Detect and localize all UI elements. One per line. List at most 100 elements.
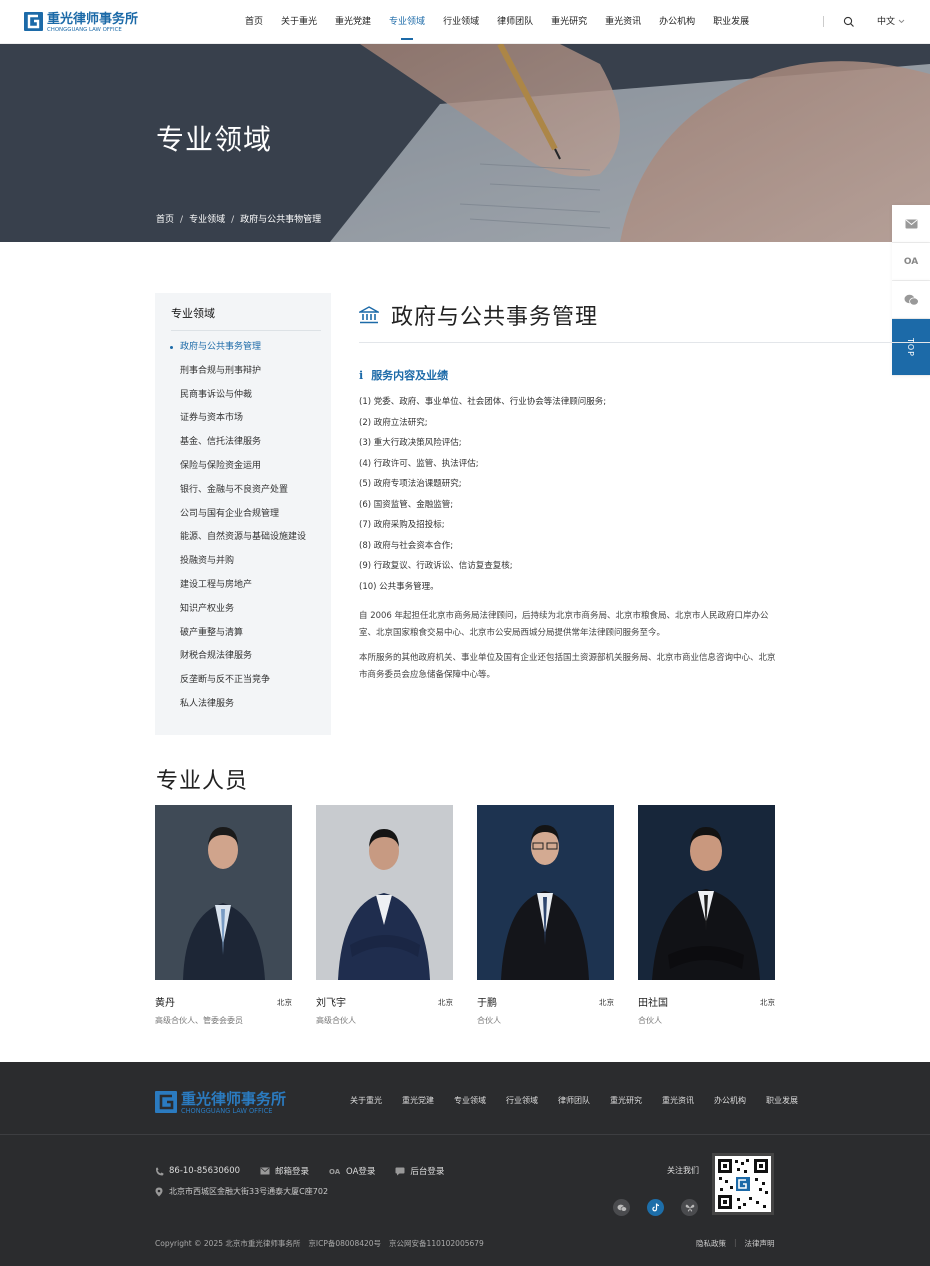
footer-nav-offices[interactable]: 办公机构: [704, 1095, 756, 1106]
admin-login-link[interactable]: 后台登录: [395, 1165, 444, 1177]
footer-logo-cn: 重光律师事务所: [181, 1090, 286, 1108]
lawyer-photo[interactable]: [638, 805, 775, 980]
service-item: (5) 政府专项法治课题研究;: [359, 479, 462, 489]
lawyer-card[interactable]: 黄丹 北京 高级合伙人、管委会委员: [155, 805, 292, 1025]
main-nav: 首页 关于重光 重光党建 专业领域 行业领域 律师团队 重光研究 重光资讯 办公…: [236, 0, 758, 44]
address-text: 北京市西城区金融大街33号通泰大厦C座702: [169, 1187, 329, 1196]
lawyer-city: 北京: [277, 998, 292, 1007]
lawyer-card[interactable]: 田社国 北京 合伙人: [638, 805, 775, 1025]
admin-login-label: 后台登录: [410, 1167, 445, 1177]
breadcrumb-practice-areas[interactable]: 专业领域: [189, 215, 225, 225]
nav-industries[interactable]: 行业领域: [434, 0, 488, 44]
menu-item-tax[interactable]: 财税合规法律服务: [180, 648, 306, 672]
lawyer-name[interactable]: 刘飞宇: [316, 994, 346, 1009]
page-title: 专业领域: [156, 123, 273, 156]
lawyer-role: 合伙人: [477, 1016, 501, 1025]
lawyer-name[interactable]: 田社国: [638, 994, 668, 1009]
copyright-text: Copyright © 2025 北京市重光律师事务所: [155, 1239, 301, 1248]
search-icon[interactable]: [843, 16, 855, 28]
nav-home[interactable]: 首页: [236, 0, 272, 44]
lawyer-photo[interactable]: [155, 805, 292, 980]
icp-number[interactable]: 京ICP备08008420号: [308, 1239, 381, 1248]
menu-item-banking[interactable]: 银行、金融与不良资产处置: [180, 482, 306, 506]
legal-notice-link[interactable]: 法律声明: [745, 1238, 775, 1249]
professionals-title: 专业人员: [156, 769, 249, 794]
privacy-policy-link[interactable]: 隐私政策: [696, 1238, 726, 1249]
nav-careers[interactable]: 职业发展: [704, 0, 758, 44]
weibo-button[interactable]: [681, 1199, 698, 1216]
menu-item-ip[interactable]: 知识产权业务: [180, 601, 306, 625]
service-item: (7) 政府采购及招投标;: [359, 520, 445, 530]
menu-item-energy[interactable]: 能源、自然资源与基础设施建设: [180, 529, 306, 553]
nav-offices[interactable]: 办公机构: [650, 0, 704, 44]
menu-item-construction[interactable]: 建设工程与房地产: [180, 577, 306, 601]
menu-item-antitrust[interactable]: 反垄断与反不正当竞争: [180, 672, 306, 696]
svg-text:OA: OA: [329, 1168, 341, 1175]
back-to-top-label: TOP: [906, 337, 916, 357]
lawyer-name[interactable]: 于鹏: [477, 994, 497, 1009]
copyright: Copyright © 2025 北京市重光律师事务所 京ICP备08008420…: [155, 1238, 492, 1249]
menu-item-funds[interactable]: 基金、信托法律服务: [180, 434, 306, 458]
wechat-button[interactable]: [613, 1199, 630, 1216]
info-icon: i: [359, 368, 364, 382]
lawyer-role: 高级合伙人、管委会委员: [155, 1016, 243, 1025]
wechat-icon: [617, 1204, 627, 1212]
nav-news[interactable]: 重光资讯: [596, 0, 650, 44]
footer-nav-about[interactable]: 关于重光: [340, 1095, 392, 1106]
menu-item-ma[interactable]: 投融资与并购: [180, 553, 306, 577]
lawyer-city: 北京: [438, 998, 453, 1007]
menu-title: 专业领域: [171, 307, 215, 320]
back-to-top-button[interactable]: TOP: [892, 319, 930, 376]
hero-banner: 专业领域 首页 / 专业领域 / 政府与公共事物管理: [0, 44, 930, 242]
footer-logo-en: CHONGGUANG LAW OFFICE: [181, 1107, 272, 1115]
footer-nav-industries[interactable]: 行业领域: [496, 1095, 548, 1106]
footer-nav-team[interactable]: 律师团队: [548, 1095, 600, 1106]
footer-nav-party[interactable]: 重光党建: [392, 1095, 444, 1106]
menu-item-insurance[interactable]: 保险与保险资金运用: [180, 458, 306, 482]
breadcrumb-home[interactable]: 首页: [156, 215, 174, 225]
nav-team[interactable]: 律师团队: [488, 0, 542, 44]
lawyer-photo[interactable]: [477, 805, 614, 980]
douyin-button[interactable]: [647, 1199, 664, 1216]
nav-divider: [823, 16, 824, 27]
experience-paragraph: 自 2006 年起担任北京市商务局法律顾问，后持续为北京市商务局、北京市粮食局、…: [359, 611, 769, 638]
footer-logo[interactable]: 重光律师事务所 CHONGGUANG LAW OFFICE: [155, 1089, 309, 1115]
float-mail-button[interactable]: [892, 205, 930, 243]
menu-item-criminal[interactable]: 刑事合规与刑事辩护: [180, 363, 306, 387]
footer-divider: [0, 1134, 930, 1135]
lawyer-role: 高级合伙人: [316, 1016, 356, 1025]
subsection-title: 服务内容及业绩: [371, 369, 449, 382]
banner-image: [0, 44, 930, 242]
follow-us-label: 关注我们: [667, 1166, 699, 1175]
menu-item-government[interactable]: 政府与公共事务管理: [169, 339, 306, 363]
language-selector[interactable]: 中文: [877, 0, 905, 44]
logo[interactable]: 重光律师事务所 CHONGGUANG LAW OFFICE: [24, 10, 146, 34]
footer-nav-careers[interactable]: 职业发展: [756, 1095, 808, 1106]
nav-practice-areas[interactable]: 专业领域: [380, 0, 434, 44]
lawyer-card[interactable]: 于鹏 北京 合伙人: [477, 805, 614, 1025]
nav-party[interactable]: 重光党建: [326, 0, 380, 44]
menu-item-bankruptcy[interactable]: 破产重整与清算: [180, 625, 306, 649]
menu-item-securities[interactable]: 证券与资本市场: [180, 410, 306, 434]
lawyer-photo[interactable]: [316, 805, 453, 980]
lawyer-name[interactable]: 黄丹: [155, 994, 175, 1009]
service-item: (3) 重大行政决策风险评估;: [359, 438, 462, 448]
breadcrumb-separator: /: [180, 215, 184, 225]
oa-login-link[interactable]: OA OA登录: [329, 1165, 375, 1177]
menu-item-private-client[interactable]: 私人法律服务: [180, 696, 306, 720]
menu-item-litigation[interactable]: 民商事诉讼与仲裁: [180, 387, 306, 411]
nav-research[interactable]: 重光研究: [542, 0, 596, 44]
float-oa-button[interactable]: OA: [892, 243, 930, 281]
float-wechat-button[interactable]: [892, 281, 930, 319]
police-record[interactable]: 京公网安备110102005679: [389, 1239, 484, 1248]
footer-nav-news[interactable]: 重光资讯: [652, 1095, 704, 1106]
footer-nav-research[interactable]: 重光研究: [600, 1095, 652, 1106]
nav-about[interactable]: 关于重光: [272, 0, 326, 44]
butterfly-icon: [685, 1204, 694, 1212]
mail-login-link[interactable]: 邮箱登录: [260, 1165, 309, 1177]
footer-contacts: 86-10-85630600 邮箱登录 OA OA登录 后台登录: [155, 1165, 464, 1177]
services-list: (1) 党委、政府、事业单位、社会团体、行业协会等法律顾问服务; (2) 政府立…: [359, 395, 606, 600]
menu-item-corporate-compliance[interactable]: 公司与国有企业合规管理: [180, 506, 306, 530]
footer-nav-practice[interactable]: 专业领域: [444, 1095, 496, 1106]
lawyer-card[interactable]: 刘飞宇 北京 高级合伙人: [316, 805, 453, 1025]
